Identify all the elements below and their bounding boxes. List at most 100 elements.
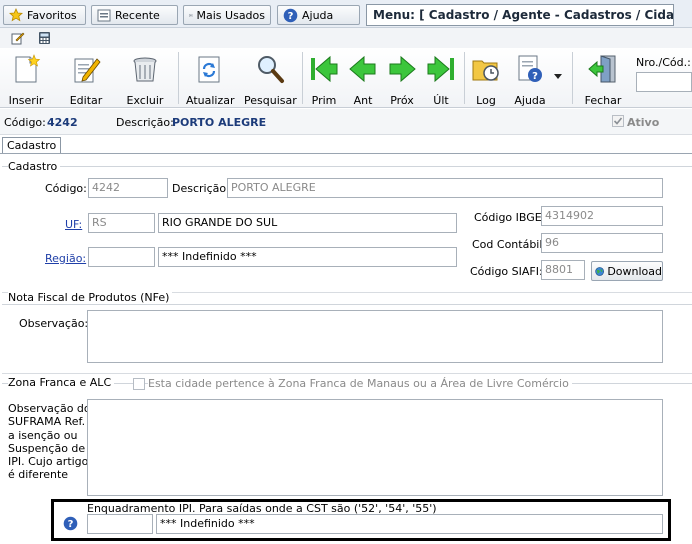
ant-button[interactable]: Ant <box>347 50 379 107</box>
siafi-label: Código SIAFI: <box>470 265 543 278</box>
prox-label: Próx <box>390 94 414 107</box>
favoritos-label: Favoritos <box>27 8 77 22</box>
ajuda-top-label: Ajuda <box>302 8 334 22</box>
info-codigo-label: Código: <box>4 116 46 129</box>
toolbar-divider <box>464 52 465 104</box>
codigo-label: Código: <box>45 182 87 195</box>
nro-cod-input[interactable] <box>636 72 692 92</box>
prox-button[interactable]: Próx <box>386 50 418 107</box>
prim-button[interactable]: Prim <box>308 50 340 107</box>
nro-cod-label: Nro./Cód.: <box>636 56 691 69</box>
refresh-icon <box>198 56 220 83</box>
recent-icon <box>97 9 111 21</box>
ult-label: Últ <box>433 94 449 107</box>
fechar-label: Fechar <box>584 94 622 107</box>
editar-button[interactable]: Editar <box>66 50 106 107</box>
favoritos-button[interactable]: Favoritos <box>3 5 86 25</box>
cadastro-group-border <box>2 166 692 167</box>
suframa-label-line: é diferente <box>8 468 69 482</box>
editar-label: Editar <box>69 94 103 107</box>
contabil-label: Cod Contábil: <box>472 238 547 251</box>
cadastro-section-title: Cadastro <box>8 160 61 173</box>
contabil-field[interactable]: 96 <box>541 233 663 253</box>
last-record-icon <box>427 55 454 83</box>
exit-door-icon <box>588 55 616 83</box>
ant-label: Ant <box>353 94 373 107</box>
ajuda-toolbar-button[interactable]: ? Ajuda <box>511 50 549 107</box>
pesquisar-button[interactable]: Pesquisar <box>244 50 297 107</box>
toolbar-divider <box>302 52 303 104</box>
suframa-obs-textarea[interactable] <box>87 399 663 496</box>
mais-usados-button[interactable]: Mais Usados <box>183 5 271 25</box>
observacao-label: Observação: <box>19 317 89 330</box>
recente-button[interactable]: Recente <box>91 5 178 25</box>
first-record-icon <box>311 55 338 83</box>
download-label: Download <box>607 264 662 278</box>
ativo-label: Ativo <box>627 116 660 129</box>
toolbar-divider <box>178 52 179 104</box>
zona-franca-checkbox[interactable] <box>133 378 145 390</box>
nfe-section-title: Nota Fiscal de Produtos (NFe) <box>8 291 173 304</box>
uf-link[interactable]: UF: <box>65 218 82 231</box>
edit-small-icon[interactable] <box>11 31 25 45</box>
ajuda-toolbar-label: Ajuda <box>514 94 546 107</box>
chevron-down-icon[interactable] <box>554 74 562 80</box>
ibge-label: Código IBGE: <box>474 211 546 224</box>
mais-usados-label: Mais Usados <box>196 8 265 22</box>
ajuda-top-button[interactable]: ? Ajuda <box>277 5 360 25</box>
most-used-icon <box>189 13 193 17</box>
help-icon: ? <box>283 8 298 22</box>
log-folder-icon <box>472 60 499 81</box>
prim-label: Prim <box>311 94 337 107</box>
previous-record-icon <box>349 55 376 83</box>
regiao-link[interactable]: Região: <box>45 252 86 265</box>
tab-divider <box>0 153 692 154</box>
main-toolbar: Inserir Editar Excluir Atualizar Pesquis… <box>0 48 692 108</box>
menu-title: Menu: [ Cadastro / Agente - Cadastros / … <box>366 4 674 26</box>
codigo-field[interactable]: 4242 <box>88 178 168 198</box>
star-icon <box>9 8 23 22</box>
next-record-icon <box>389 55 416 83</box>
regiao-field[interactable] <box>88 247 155 267</box>
uf-name-field: RIO GRANDE DO SUL <box>158 213 457 233</box>
log-button[interactable]: Log <box>469 50 503 107</box>
record-info-bar: Código: 4242 Descrição: PORTO ALEGRE Ati… <box>0 109 692 135</box>
atualizar-button[interactable]: Atualizar <box>186 50 235 107</box>
help-icon[interactable]: ? <box>63 516 78 531</box>
suframa-obs-label: Observação do SUFRAMA Ref. a isenção ou … <box>8 402 91 482</box>
excluir-label: Excluir <box>126 94 164 107</box>
svg-text:?: ? <box>288 11 294 22</box>
edit-icon <box>74 58 101 83</box>
uf-field[interactable]: RS <box>88 213 155 233</box>
enquadramento-code-field[interactable] <box>87 514 153 534</box>
calculator-icon[interactable] <box>38 31 51 45</box>
trash-icon <box>133 57 157 82</box>
recente-label: Recente <box>115 8 160 22</box>
inserir-button[interactable]: Inserir <box>6 50 46 107</box>
fechar-button[interactable]: Fechar <box>583 50 623 107</box>
suframa-label-line: Observação do <box>8 402 91 415</box>
tab-cadastro[interactable]: Cadastro <box>2 137 62 154</box>
inserir-label: Inserir <box>8 94 44 107</box>
ibge-field[interactable]: 4314902 <box>541 206 663 226</box>
svg-text:?: ? <box>68 519 74 530</box>
globe-icon <box>595 266 605 276</box>
toolbar-divider <box>572 52 573 104</box>
new-document-icon <box>15 54 41 83</box>
descricao-field[interactable]: PORTO ALEGRE <box>227 178 663 198</box>
zona-franca-checkbox-label: Esta cidade pertence à Zona Franca de Ma… <box>148 377 572 390</box>
download-button[interactable]: Download <box>591 261 663 281</box>
info-descricao-label: Descrição: <box>116 116 174 129</box>
observacao-textarea[interactable] <box>87 310 663 363</box>
log-label: Log <box>476 94 496 107</box>
excluir-button[interactable]: Excluir <box>125 50 165 107</box>
descricao-label: Descrição: <box>172 182 230 195</box>
siafi-field[interactable]: 8801 <box>541 260 585 280</box>
svg-text:?: ? <box>532 71 538 82</box>
suframa-label-line: a isenção ou <box>8 428 78 442</box>
enquadramento-name-field: *** Indefinido *** <box>156 514 663 534</box>
ult-button[interactable]: Últ <box>425 50 457 107</box>
zona-section-title: Zona Franca e ALC <box>8 376 115 389</box>
suframa-label-line: IPI. Cujo artigo <box>8 455 89 469</box>
ativo-checkbox[interactable] <box>612 115 624 127</box>
